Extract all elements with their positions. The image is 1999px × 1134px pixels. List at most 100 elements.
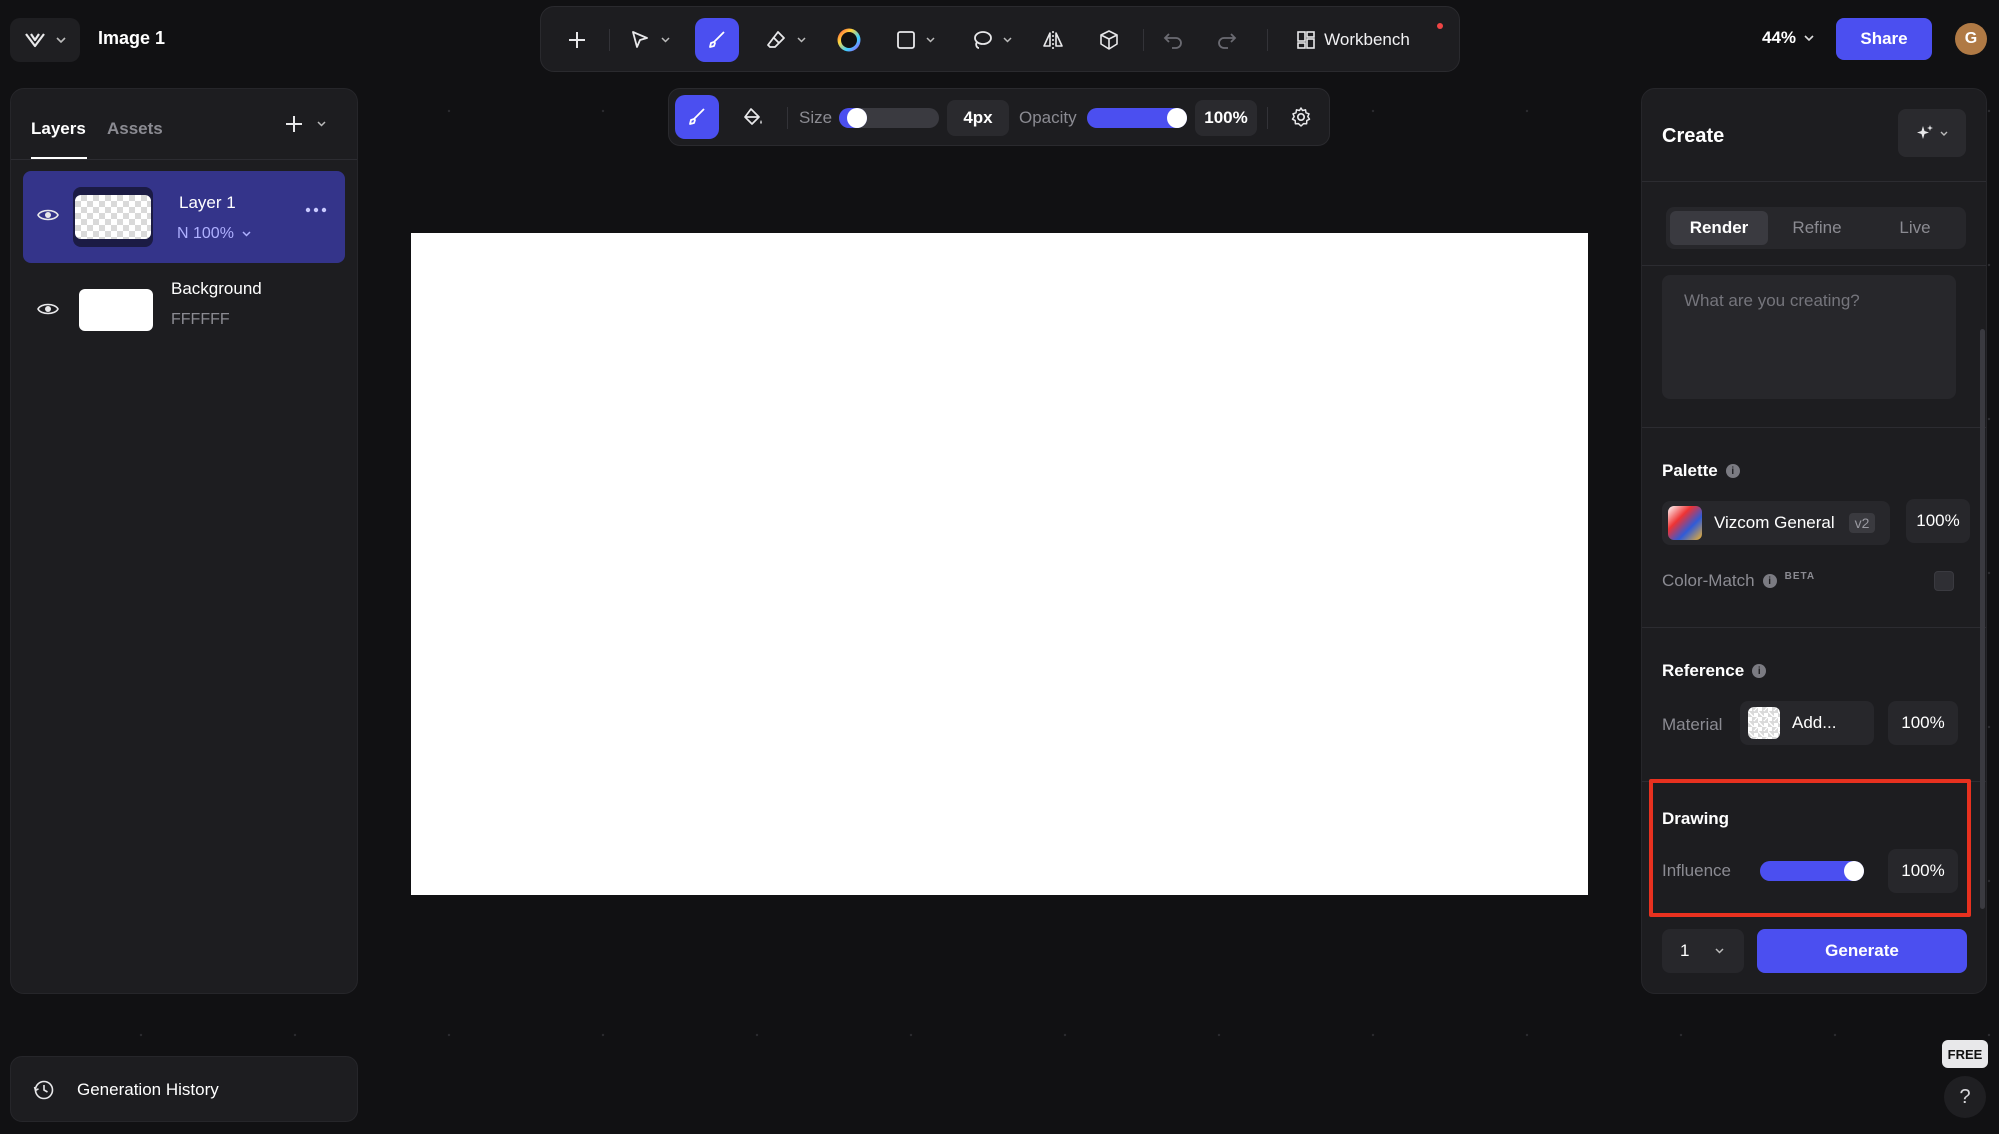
eye-icon[interactable] [37,301,59,317]
symmetry-icon [1041,29,1065,51]
gear-icon [1290,106,1312,128]
layer-row[interactable]: Background FFFFFF [23,275,345,355]
sparkle-icon [1916,124,1934,142]
undo-icon [1162,31,1184,49]
material-add-label: Add... [1792,713,1837,732]
info-icon[interactable]: i [1752,664,1767,678]
layer-thumbnail [75,195,151,239]
avatar[interactable]: G [1955,23,1987,55]
chevron-down-icon [56,37,66,43]
layer-thumbnail [79,289,153,331]
generation-count-select[interactable]: 1 [1662,929,1744,973]
chevron-down-icon [317,121,326,127]
fill-mode-button[interactable] [731,95,775,139]
help-button[interactable]: ? [1944,1076,1986,1118]
square-icon [896,30,916,50]
divider [1642,181,1986,182]
layer-blend-opacity: N 100% [177,225,234,242]
brush-icon [706,29,728,51]
cursor-icon [629,29,651,51]
document-title[interactable]: Image 1 [98,28,165,49]
chevron-down-icon [1940,131,1948,136]
tab-assets[interactable]: Assets [107,119,163,139]
workbench-label: Workbench [1324,30,1410,49]
main-toolbar: Workbench [540,6,1460,72]
workbench-button[interactable]: Workbench [1283,7,1423,73]
cube-icon [1098,29,1120,51]
zoom-value: 44% [1762,28,1797,47]
chevron-down-icon [660,37,670,43]
size-value[interactable]: 4px [947,100,1009,136]
color-match-row: Color-Match i BETA [1662,571,1815,591]
info-icon[interactable]: i [1725,464,1740,478]
paint-bucket-icon [742,106,764,128]
share-button[interactable]: Share [1836,18,1932,60]
generation-count-value: 1 [1680,941,1690,960]
generate-button[interactable]: Generate [1757,929,1967,973]
plus-icon [285,115,303,133]
add-tool-button[interactable] [555,7,599,73]
palette-version-badge: v2 [1848,513,1876,533]
color-match-checkbox[interactable] [1934,571,1954,591]
layers-panel: Layers Assets Layer 1 N 100% Background … [10,88,358,994]
prompt-input[interactable]: What are you creating? [1662,275,1956,399]
blend-mode-dropdown[interactable]: N 100% [177,225,251,243]
redo-icon [1216,31,1238,49]
generation-history-label: Generation History [77,1080,219,1099]
tab-layers[interactable]: Layers [31,119,86,139]
mirror-tool-button[interactable] [1031,7,1075,73]
lasso-icon [971,29,993,51]
plan-badge[interactable]: FREE [1942,1040,1988,1068]
plus-icon [567,30,587,50]
zoom-dropdown[interactable]: 44% [1762,28,1814,48]
select-tool-button[interactable] [619,7,679,73]
palette-strength-field[interactable]: 100% [1906,499,1970,543]
more-options-icon[interactable] [305,207,327,213]
eraser-tool-button[interactable] [755,7,815,73]
panel-scrollbar[interactable] [1980,329,1985,909]
divider [11,159,357,160]
brush-settings-button[interactable] [1279,95,1323,139]
eraser-icon [765,29,787,51]
ai-options-button[interactable] [1898,109,1966,157]
undo-button[interactable] [1151,7,1195,73]
divider [1642,627,1986,628]
palette-title: Palette [1662,461,1718,480]
brush-icon [686,106,708,128]
color-match-label: Color-Match [1662,571,1755,590]
opacity-slider-knob[interactable] [1167,108,1187,128]
tab-live[interactable]: Live [1866,211,1964,245]
size-slider[interactable] [839,108,939,128]
material-thumbnail [1748,707,1780,739]
app-menu-button[interactable] [10,18,80,62]
chevron-down-icon [242,231,251,237]
eye-icon[interactable] [37,207,59,223]
redo-button[interactable] [1205,7,1249,73]
add-layer-button[interactable] [285,115,326,133]
grid-layout-icon [1296,30,1316,50]
brush-mode-button[interactable] [675,95,719,139]
reference-section-title: Reference i [1662,661,1767,681]
tab-render[interactable]: Render [1670,211,1768,245]
reference-strength-field[interactable]: 100% [1888,701,1958,745]
opacity-slider[interactable] [1087,108,1187,128]
shape-tool-button[interactable] [885,7,945,73]
info-icon[interactable]: i [1762,574,1777,588]
size-label: Size [799,108,833,127]
highlight-annotation [1649,779,1971,917]
divider [1642,427,1986,428]
color-picker-button[interactable] [827,7,871,73]
opacity-value[interactable]: 100% [1195,100,1257,136]
3d-tool-button[interactable] [1087,7,1131,73]
lasso-tool-button[interactable] [959,7,1023,73]
drawing-canvas[interactable] [411,233,1588,895]
chevron-down-icon [1715,948,1724,954]
brush-options-bar: Size 4px Opacity 100% [668,88,1330,146]
generation-history-button[interactable]: Generation History [10,1056,358,1122]
layer-row[interactable]: Layer 1 N 100% [23,171,345,263]
size-slider-knob[interactable] [847,108,867,128]
material-add-button[interactable]: Add... [1740,701,1874,745]
tab-refine[interactable]: Refine [1768,211,1866,245]
palette-selector[interactable]: Vizcom General v2 [1662,501,1890,545]
brush-tool-button[interactable] [695,18,739,62]
